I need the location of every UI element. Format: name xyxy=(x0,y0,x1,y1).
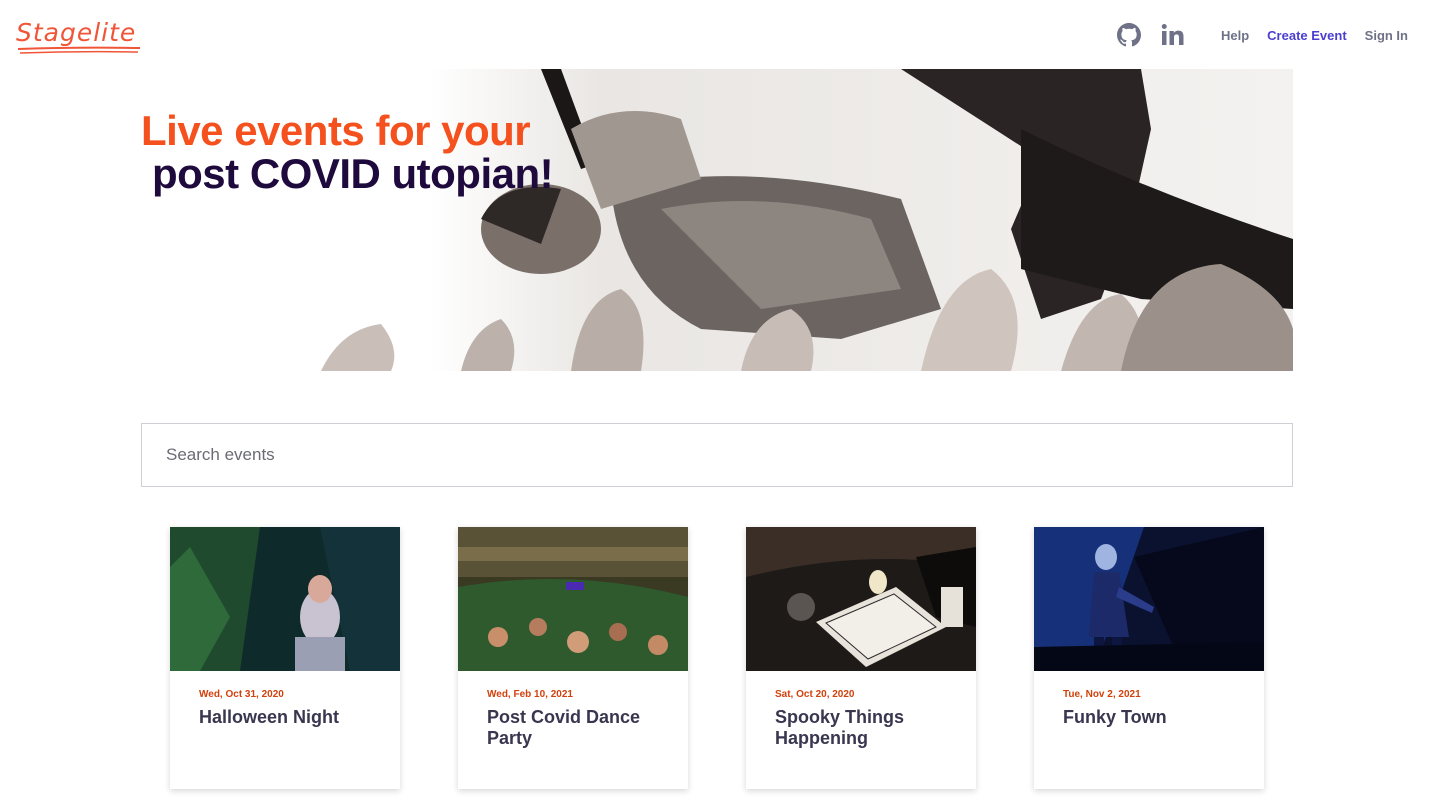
linkedin-icon[interactable] xyxy=(1159,21,1187,49)
event-title: Post Covid Dance Party xyxy=(487,707,641,748)
help-link[interactable]: Help xyxy=(1221,28,1249,43)
event-card[interactable]: Tue, Nov 2, 2021 Funky Town xyxy=(1034,527,1264,789)
logo[interactable]: Stagelite xyxy=(16,18,141,54)
logo-underline xyxy=(17,46,141,54)
search-box xyxy=(141,423,1293,487)
sign-in-link[interactable]: Sign In xyxy=(1365,28,1408,43)
event-date: Wed, Oct 31, 2020 xyxy=(199,689,284,700)
event-date: Sat, Oct 20, 2020 xyxy=(775,689,855,700)
event-image xyxy=(458,527,688,671)
logo-text: Stagelite xyxy=(16,18,137,47)
event-card[interactable]: Wed, Feb 10, 2021 Post Covid Dance Party xyxy=(458,527,688,789)
top-nav: Help Create Event Sign In xyxy=(1115,20,1408,50)
hero-title-line1: Live events for your xyxy=(141,107,531,154)
event-date: Tue, Nov 2, 2021 xyxy=(1063,689,1141,700)
event-card[interactable]: Wed, Oct 31, 2020 Halloween Night xyxy=(170,527,400,789)
event-image xyxy=(746,527,976,671)
event-image xyxy=(170,527,400,671)
event-title: Spooky Things Happening xyxy=(775,707,905,748)
event-card[interactable]: Sat, Oct 20, 2020 Spooky Things Happenin… xyxy=(746,527,976,789)
event-date: Wed, Feb 10, 2021 xyxy=(487,689,573,700)
github-icon[interactable] xyxy=(1115,21,1143,49)
event-title: Funky Town xyxy=(1063,707,1167,727)
search-input[interactable] xyxy=(142,424,1292,486)
hero-title-line2: post COVID utopian! xyxy=(152,150,554,197)
create-event-link[interactable]: Create Event xyxy=(1267,28,1346,43)
event-title: Halloween Night xyxy=(199,707,340,727)
event-image xyxy=(1034,527,1264,671)
